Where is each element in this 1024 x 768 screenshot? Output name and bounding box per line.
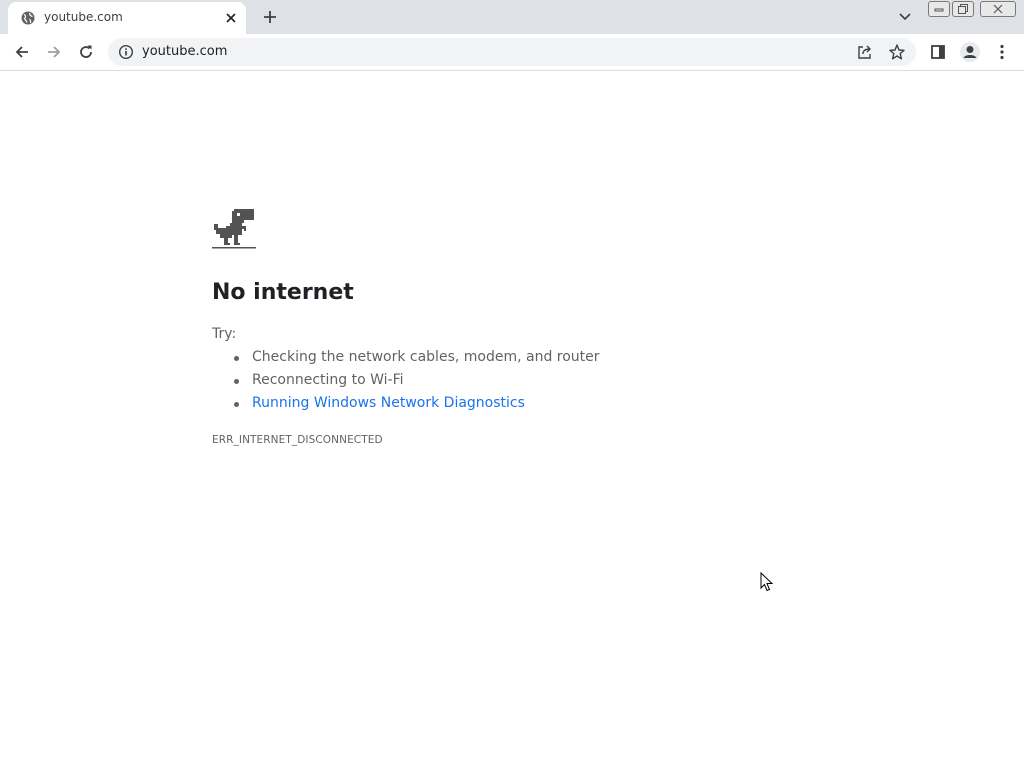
address-bar[interactable]: youtube.com	[108, 38, 916, 66]
minimize-icon	[934, 8, 944, 12]
restore-button[interactable]	[952, 1, 974, 17]
tab-search-button[interactable]	[894, 6, 916, 28]
globe-icon	[20, 10, 36, 26]
try-label: Try:	[212, 326, 237, 342]
browser-toolbar: youtube.com	[0, 34, 1024, 71]
info-icon[interactable]	[118, 44, 134, 60]
tab-close-icon[interactable]	[222, 9, 240, 27]
close-icon	[993, 4, 1003, 14]
suggestion-reconnect-wifi: Reconnecting to Wi-Fi	[212, 372, 600, 395]
star-icon[interactable]	[888, 43, 906, 61]
reload-button[interactable]	[74, 40, 98, 64]
plus-icon	[264, 11, 276, 23]
back-button[interactable]	[10, 40, 34, 64]
forward-icon	[48, 46, 61, 58]
error-title: No internet	[212, 280, 354, 305]
tab-youtube[interactable]: youtube.com	[8, 2, 246, 34]
new-tab-button[interactable]	[258, 5, 282, 29]
mouse-cursor-icon	[760, 571, 774, 592]
tab-title: youtube.com	[44, 10, 123, 24]
back-icon	[15, 46, 28, 58]
minimize-button[interactable]	[928, 1, 950, 17]
offline-dino-icon	[212, 208, 256, 252]
window-close-button[interactable]	[980, 1, 1016, 17]
tab-strip: youtube.com	[0, 0, 1024, 34]
side-panel-button[interactable]	[926, 40, 950, 64]
share-icon[interactable]	[856, 43, 874, 61]
reload-icon	[80, 45, 92, 58]
suggestion-check-cables: Checking the network cables, modem, and …	[212, 349, 600, 372]
network-diagnostics-link[interactable]: Running Windows Network Diagnostics	[212, 395, 600, 418]
suggestion-list: Checking the network cables, modem, and …	[212, 349, 600, 418]
chevron-down-icon	[899, 13, 911, 21]
forward-button[interactable]	[42, 40, 66, 64]
profile-button[interactable]	[958, 40, 982, 64]
side-panel-icon	[931, 45, 945, 59]
url-text: youtube.com	[142, 44, 228, 59]
menu-icon	[1000, 44, 1004, 60]
error-code: ERR_INTERNET_DISCONNECTED	[212, 434, 383, 446]
profile-icon	[960, 42, 980, 62]
menu-button[interactable]	[990, 40, 1014, 64]
restore-icon	[958, 4, 968, 14]
